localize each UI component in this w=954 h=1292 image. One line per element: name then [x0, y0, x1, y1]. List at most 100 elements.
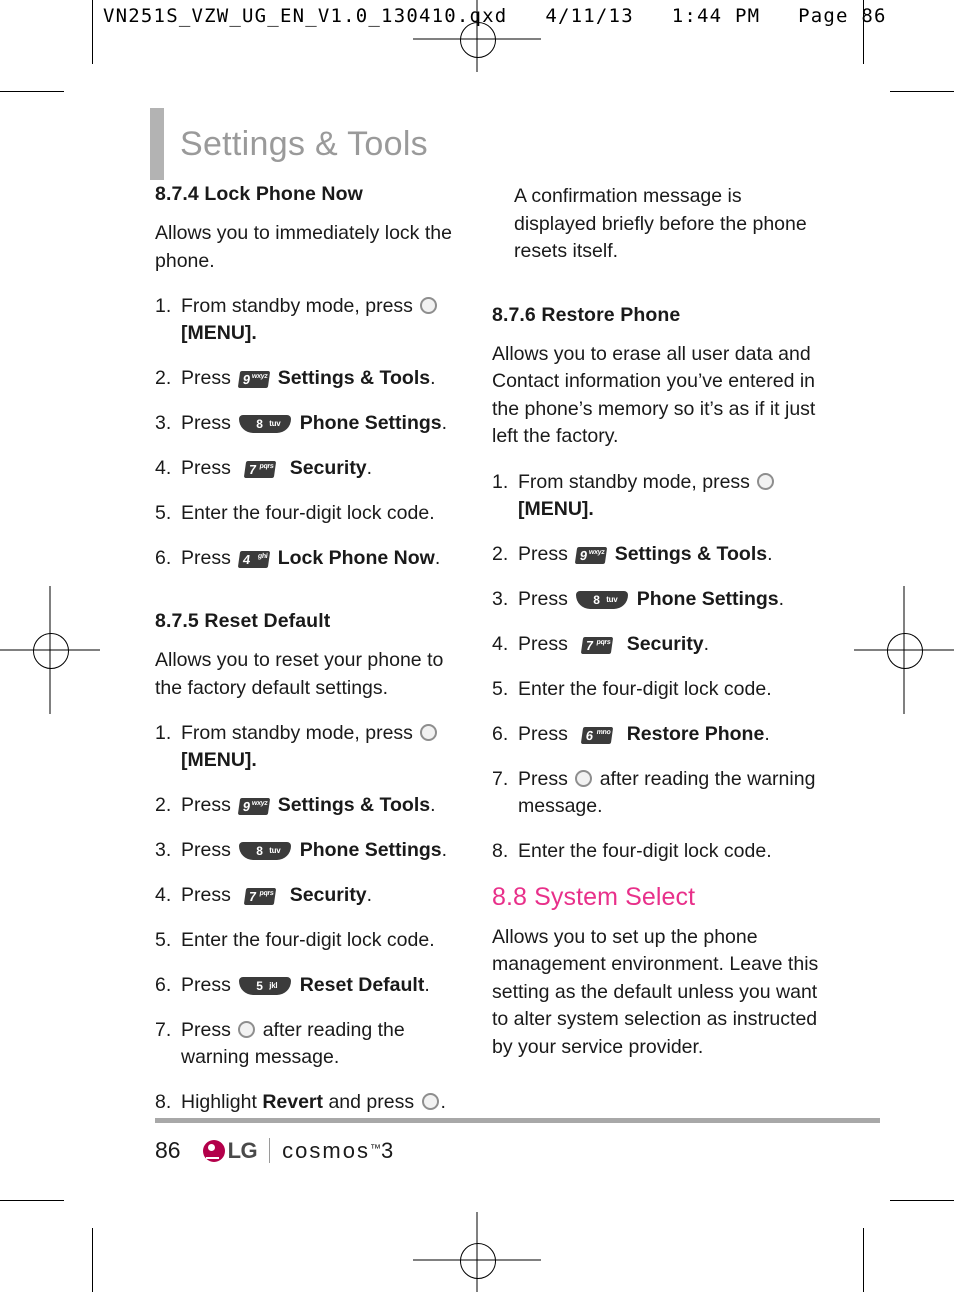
page-title: Settings & Tools [180, 125, 428, 163]
list-item: 3. Press 8 tuv Phone Settings. [155, 837, 475, 864]
key-8-tuv-icon: 8 tuv [576, 590, 629, 609]
step-number: 6. [155, 974, 172, 996]
list-item: 4. Press 7 pqrs Security. [155, 455, 475, 482]
step-number: 8. [155, 1091, 172, 1113]
step-emphasis: [MENU]. [518, 497, 594, 520]
step-number: 5. [155, 929, 172, 951]
step-text: Enter the four-digit lock code. [518, 677, 772, 700]
step-period: . [366, 884, 373, 906]
key-5-jkl-icon: 5 jkl [239, 977, 292, 995]
key-4-ghi-icon: 4 ghi [238, 551, 271, 568]
list-item: 3. Press 8 tuv Phone Settings. [492, 586, 822, 613]
step-number: 4. [155, 457, 172, 479]
right-column: A confirmation message is displayed brie… [492, 183, 822, 1079]
continuation-paragraph: A confirmation message is displayed brie… [514, 185, 807, 262]
step-number: 5. [155, 502, 172, 524]
list-item: 6. Press 4 ghi Lock Phone Now. [155, 545, 475, 572]
lg-wordmark: LG [227, 1137, 258, 1163]
step-emphasis: Settings & Tools [614, 542, 768, 565]
list-item: 5. Enter the four-digit lock code. [492, 676, 822, 703]
step-period: . [430, 367, 436, 389]
step-number: 7. [492, 767, 509, 790]
section-heading-8-8: 8.8 System Select [492, 882, 696, 911]
step-number: 3. [492, 587, 509, 610]
section-heading-8-7-6: 8.7.6 Restore Phone [492, 303, 681, 326]
list-item: 7. Press after reading the warning messa… [492, 766, 822, 820]
step-text: Press [181, 794, 231, 816]
step-period: . [366, 457, 373, 479]
step-number: 3. [155, 839, 172, 861]
step-period: . [434, 547, 441, 569]
step-number: 2. [155, 794, 172, 816]
section-intro-8-7-6: Allows you to erase all user data and Co… [492, 342, 816, 448]
steps-list-8-7-4: 1. From standby mode, press [MENU]. 2. P… [155, 293, 475, 572]
manual-page: Settings & Tools 8.7.4 Lock Phone Now Al… [0, 0, 954, 1292]
step-text: Press [181, 839, 231, 861]
step-period: . [703, 632, 710, 655]
lg-logo: LG [202, 1137, 258, 1164]
step-text: Press [181, 367, 231, 389]
step-number: 4. [155, 884, 172, 906]
section-heading-8-7-4: 8.7.4 Lock Phone Now [155, 183, 363, 205]
step-emphasis: Reset Default [299, 974, 425, 996]
product-model: 3 [380, 1137, 396, 1163]
steps-list-8-7-5: 1. From standby mode, press [MENU]. 2. P… [155, 720, 475, 1116]
step-emphasis: Security [626, 632, 704, 655]
list-item: 5. Enter the four-digit lock code. [155, 500, 475, 527]
step-text-mid: and press [328, 1091, 415, 1113]
list-item: 2. Press 9 wxyz Settings & Tools. [492, 541, 822, 568]
page-footer: 86 LG cosmos™3 [155, 1118, 880, 1164]
key-8-tuv-icon: 8 tuv [239, 842, 292, 860]
step-emphasis: [MENU]. [181, 322, 257, 344]
step-text: Enter the four-digit lock code. [181, 502, 435, 524]
key-7-pqrs-icon: 7 pqrs [244, 461, 277, 478]
chapter-header: Settings & Tools [150, 108, 428, 180]
product-wordmark: cosmos™3 [282, 1138, 395, 1164]
step-emphasis: Settings & Tools [277, 367, 431, 389]
section-heading-8-7-5: 8.7.5 Reset Default [155, 610, 331, 632]
step-text: From standby mode, press [518, 470, 750, 493]
list-item: 4. Press 7 pqrs Security. [492, 631, 822, 658]
list-item: 5. Enter the four-digit lock code. [155, 927, 475, 954]
step-number: 1. [155, 722, 172, 744]
key-7-pqrs-icon: 7 pqrs [244, 888, 277, 905]
step-text: Press [518, 542, 568, 565]
step-number: 1. [492, 470, 509, 493]
step-period: . [764, 722, 770, 745]
steps-list-8-7-6: 1. From standby mode, press [MENU]. 2. P… [492, 469, 822, 865]
list-item: 6. Press 5 jkl Reset Default. [155, 972, 475, 999]
step-text: Press [518, 632, 568, 655]
section-intro-8-7-5: Allows you to reset your phone to the fa… [155, 649, 444, 699]
ok-key-icon [238, 1021, 256, 1038]
list-item: 2. Press 9 wxyz Settings & Tools. [155, 792, 475, 819]
list-item: 8. Enter the four-digit lock code. [492, 838, 822, 865]
ok-key-icon [421, 1093, 439, 1110]
step-period: . [430, 794, 436, 816]
step-period: . [440, 1091, 446, 1113]
step-number: 4. [492, 632, 509, 655]
step-number: 7. [155, 1019, 172, 1041]
section-intro-8-8: Allows you to set up the phone managemen… [492, 925, 819, 1058]
step-period: . [767, 542, 773, 565]
step-text: Highlight [181, 1091, 257, 1113]
step-emphasis: Restore Phone [626, 722, 765, 745]
step-number: 6. [155, 547, 172, 569]
step-number: 8. [492, 839, 509, 862]
footer-row: 86 LG cosmos™3 [155, 1137, 880, 1164]
step-emphasis: Lock Phone Now [277, 547, 435, 569]
step-emphasis: Phone Settings [299, 412, 442, 434]
step-emphasis: Revert [262, 1091, 324, 1113]
list-item: 1. From standby mode, press [MENU]. [155, 720, 475, 774]
list-item: 3. Press 8 tuv Phone Settings. [155, 410, 475, 437]
step-emphasis: Settings & Tools [277, 794, 431, 816]
step-number: 3. [155, 412, 172, 434]
step-period: . [441, 412, 448, 434]
step-emphasis: Phone Settings [636, 587, 779, 610]
left-column: 8.7.4 Lock Phone Now Allows you to immed… [155, 183, 475, 1134]
step-text: Press [181, 457, 231, 479]
step-text: Press [181, 412, 231, 434]
step-text: Enter the four-digit lock code. [181, 929, 435, 951]
step-number: 5. [492, 677, 509, 700]
